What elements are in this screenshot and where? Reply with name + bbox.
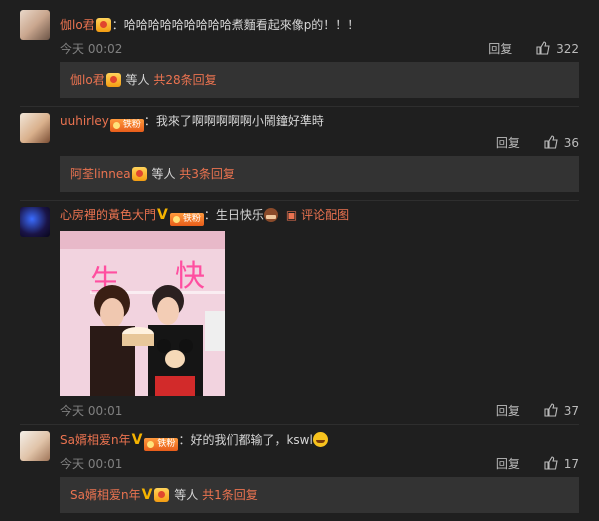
reply-user[interactable]: 伽lo君 <box>70 73 105 87</box>
like-button[interactable]: 322 <box>536 41 579 56</box>
username[interactable]: Sa婿相爱n年 <box>60 433 131 447</box>
divider <box>20 106 579 107</box>
comment-text: ：我來了啊啊啊啊啊小鬧鐘好準時 <box>143 114 324 128</box>
crown-badge-icon[interactable] <box>95 18 111 32</box>
username[interactable]: 心房裡的黃色大門 <box>60 208 156 222</box>
username[interactable]: 伽lo君 <box>60 18 95 32</box>
avatar[interactable] <box>20 10 50 40</box>
timestamp: 今天 00:01 <box>60 457 123 471</box>
fan-badge-icon[interactable]: 铁粉 <box>169 213 204 226</box>
reply-summary[interactable]: 阿荃linnea 等人 共3条回复 <box>60 156 579 192</box>
photo-text: 快 <box>175 259 205 294</box>
verified-v-icon: V <box>131 432 143 448</box>
thumbs-up-icon <box>544 135 558 149</box>
avatar[interactable] <box>20 113 50 143</box>
timestamp: 今天 00:02 <box>60 42 123 56</box>
crown-badge-icon <box>131 167 147 181</box>
comment-text: ：生日快乐 <box>203 208 264 222</box>
reply-button[interactable]: 回复 <box>496 404 520 418</box>
reply-summary[interactable]: Sa婿相爱n年V 等人 共1条回复 <box>60 477 579 513</box>
reply-mid-text: 等人 <box>174 488 199 502</box>
fan-badge-icon[interactable]: 铁粉 <box>109 119 144 132</box>
like-count: 37 <box>563 404 579 418</box>
timestamp: 今天 00:01 <box>60 404 123 418</box>
fan-badge-icon[interactable]: 铁粉 <box>144 438 179 451</box>
reply-button[interactable]: 回复 <box>496 457 520 471</box>
like-button[interactable]: 36 <box>544 135 579 150</box>
crown-badge-icon <box>154 488 170 502</box>
divider <box>20 424 579 425</box>
reply-user[interactable]: 阿荃linnea <box>70 167 131 181</box>
crown-badge-icon <box>105 73 121 87</box>
like-count: 17 <box>563 457 579 471</box>
comment-text: ：哈哈哈哈哈哈哈哈哈煮麵看起來像p的！！！ <box>111 18 360 32</box>
reply-button[interactable]: 回复 <box>496 136 520 150</box>
username[interactable]: uuhirley <box>60 114 109 128</box>
avatar[interactable] <box>20 431 50 461</box>
avatar[interactable] <box>20 207 50 237</box>
reply-count-link[interactable]: 共28条回复 <box>153 73 216 87</box>
verified-v-icon: V <box>157 207 168 223</box>
reply-button[interactable]: 回复 <box>488 42 512 56</box>
like-count: 36 <box>563 136 579 150</box>
like-button[interactable]: 37 <box>544 403 579 418</box>
reply-summary[interactable]: 伽lo君 等人 共28条回复 <box>60 62 579 98</box>
divider <box>20 200 579 201</box>
comment-text: ：好的我们都输了，kswl <box>178 433 313 447</box>
like-button[interactable]: 17 <box>544 456 579 471</box>
like-count: 322 <box>556 42 579 56</box>
birthday-photo-image: 生 快 <box>60 231 225 396</box>
comment-photo[interactable]: 生 快 <box>60 231 225 396</box>
thumbs-up-icon <box>544 403 558 417</box>
reply-mid-text: 等人 <box>151 167 176 181</box>
picture-icon[interactable]: ▣ <box>286 208 297 222</box>
reply-count-link[interactable]: 共3条回复 <box>179 167 235 181</box>
cake-icon <box>263 208 278 222</box>
thumbs-up-icon <box>536 41 550 55</box>
reply-mid-text: 等人 <box>125 73 150 87</box>
reply-user[interactable]: Sa婿相爱n年 <box>70 488 141 502</box>
thumbs-up-icon <box>544 456 558 470</box>
smile-emoji-icon <box>312 432 328 447</box>
verified-v-icon: V <box>141 487 153 503</box>
comment-picture-link[interactable]: 评论配图 <box>301 208 349 222</box>
reply-count-link[interactable]: 共1条回复 <box>202 488 258 502</box>
